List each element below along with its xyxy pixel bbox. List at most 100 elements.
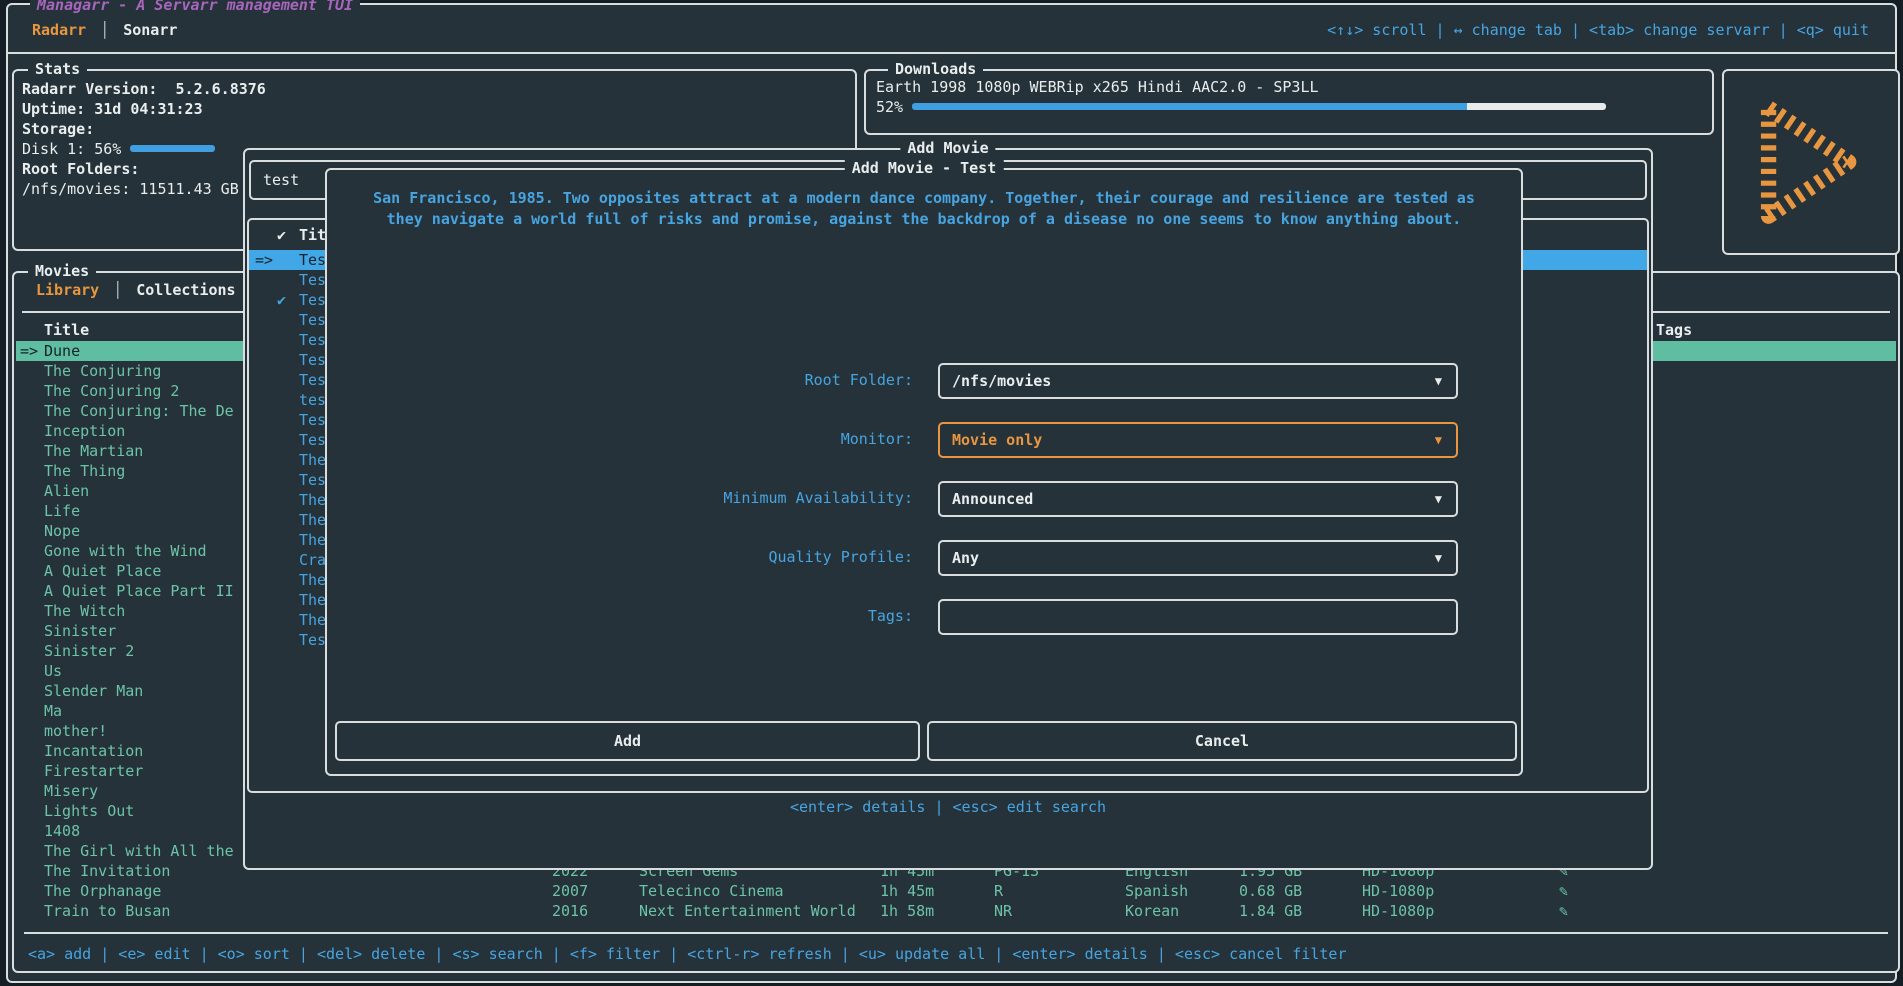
movies-tabbar: Library │ Collections │	[34, 281, 259, 299]
movie-language: Spanish	[1125, 881, 1188, 901]
add-movie-title: Add Movie	[900, 139, 995, 157]
movie-title: Sinister 2	[44, 641, 134, 661]
download-percent: 52%	[876, 98, 903, 116]
field-dropdown[interactable]: Movie only ▼	[938, 422, 1458, 458]
movie-studio: Telecinco Cinema	[639, 881, 784, 901]
movie-title: Ma	[44, 701, 62, 721]
selected-arrow-icon: =>	[255, 250, 273, 270]
chevron-down-icon: ▼	[1435, 483, 1442, 515]
movie-title: Train to Busan	[44, 901, 170, 921]
edit-icon: ✎	[1559, 881, 1568, 901]
movie-title: The Conjuring	[44, 361, 161, 381]
movie-title: Gone with the Wind	[44, 541, 207, 561]
movie-description: San Francisco, 1985. Two opposites attra…	[359, 188, 1489, 230]
form-field: Quality Profile: Any ▼	[327, 540, 1521, 576]
header-divider	[8, 52, 1895, 54]
stats-title: Stats	[28, 60, 87, 78]
movie-title: 1408	[44, 821, 80, 841]
movie-title: Lights Out	[44, 801, 134, 821]
edit-icon: ✎	[1559, 901, 1568, 921]
movie-title: The Martian	[44, 441, 143, 461]
field-value: Announced	[952, 490, 1033, 508]
movie-title: The Conjuring 2	[44, 381, 179, 401]
radarr-version: Radarr Version: 5.2.6.8376	[22, 79, 847, 99]
field-label: Monitor:	[841, 430, 913, 448]
movies-tab-separator: │	[113, 281, 122, 299]
form-field: Monitor: Movie only ▼	[327, 422, 1521, 458]
field-dropdown[interactable]: Announced ▼	[938, 481, 1458, 517]
chevron-down-icon: ▼	[1435, 542, 1442, 574]
movie-title: Nope	[44, 521, 80, 541]
movie-title: Misery	[44, 781, 98, 801]
downloads-panel: Downloads Earth 1998 1080p WEBRip x265 H…	[864, 69, 1714, 135]
servarr-tabbar: Radarr │ Sonarr	[32, 19, 177, 41]
logo-panel	[1722, 69, 1900, 255]
movie-size: 1.84 GB	[1239, 901, 1302, 921]
form-field: Tags:	[327, 599, 1521, 635]
movie-title: mother!	[44, 721, 107, 741]
field-dropdown[interactable]	[938, 599, 1458, 635]
column-header-title: Title	[44, 321, 89, 339]
field-dropdown[interactable]: Any ▼	[938, 540, 1458, 576]
field-value: /nfs/movies	[952, 372, 1051, 390]
movie-title: The Orphanage	[44, 881, 161, 901]
movie-title: The Thing	[44, 461, 125, 481]
download-progress-bar	[912, 103, 1606, 110]
movies-title: Movies	[28, 262, 96, 280]
movie-title: Dune	[44, 341, 80, 361]
download-item: Earth 1998 1080p WEBRip x265 Hindi AAC2.…	[876, 77, 1319, 97]
movie-size: 0.68 GB	[1239, 881, 1302, 901]
movie-runtime: 1h 58m	[880, 901, 934, 921]
movie-title: Life	[44, 501, 80, 521]
downloads-title: Downloads	[888, 60, 983, 78]
movie-title: The Girl with All the	[44, 841, 234, 861]
movie-title: Firestarter	[44, 761, 143, 781]
form-field: Minimum Availability: Announced ▼	[327, 481, 1521, 517]
movie-title: Alien	[44, 481, 89, 501]
movie-title: A Quiet Place	[44, 561, 161, 581]
tab-sonarr[interactable]: Sonarr	[123, 19, 177, 41]
field-dropdown[interactable]: /nfs/movies ▼	[938, 363, 1458, 399]
modal-fields: Root Folder: /nfs/movies ▼ Monitor: Movi…	[327, 363, 1521, 658]
uptime: Uptime: 31d 04:31:23	[22, 99, 847, 119]
field-label: Quality Profile:	[769, 548, 914, 566]
app-frame: Managarr - A Servarr management TUI Rada…	[6, 3, 1897, 983]
movies-keybindings: <a> add | <e> edit | <o> sort | <del> de…	[28, 944, 1347, 964]
popup-keybindings: <enter> details | <esc> edit search	[245, 798, 1651, 816]
field-label: Tags:	[868, 607, 913, 625]
movie-title: The Conjuring: The De	[44, 401, 234, 421]
movie-rating: R	[994, 881, 1003, 901]
movie-title: A Quiet Place Part II	[44, 581, 234, 601]
tab-library[interactable]: Library	[34, 281, 101, 299]
tab-separator: │	[100, 21, 109, 39]
add-movie-modal: Add Movie - Test San Francisco, 1985. Tw…	[325, 168, 1523, 776]
tab-radarr[interactable]: Radarr	[32, 19, 86, 41]
movie-title: Incantation	[44, 741, 143, 761]
movie-title: Inception	[44, 421, 125, 441]
movie-runtime: 1h 45m	[880, 881, 934, 901]
movies-help-divider	[24, 932, 1888, 934]
movie-row[interactable]: Train to Busan 2016 Next Entertainment W…	[16, 901, 1896, 921]
movie-quality: HD-1080p	[1362, 881, 1434, 901]
form-field: Root Folder: /nfs/movies ▼	[327, 363, 1521, 399]
tab-collections[interactable]: Collections	[134, 281, 237, 299]
chevron-down-icon: ▼	[1435, 365, 1442, 397]
add-button[interactable]: Add	[335, 721, 920, 761]
movie-title: Sinister	[44, 621, 116, 641]
movie-language: Korean	[1125, 901, 1179, 921]
movie-row[interactable]: The Orphanage 2007 Telecinco Cinema 1h 4…	[16, 881, 1896, 901]
movie-title: Slender Man	[44, 681, 143, 701]
movie-title: The Invitation	[44, 861, 170, 881]
chevron-down-icon: ▼	[1435, 424, 1442, 456]
column-header-tags: Tags	[1656, 321, 1692, 339]
check-icon: ✔	[277, 290, 286, 310]
top-keybindings: <↑↓> scroll | ↔ change tab | <tab> chang…	[1327, 21, 1869, 39]
cancel-button[interactable]: Cancel	[927, 721, 1517, 761]
storage-label: Storage:	[22, 119, 847, 139]
field-value: Movie only	[952, 431, 1042, 449]
selected-arrow-icon: =>	[20, 341, 38, 361]
movie-rating: NR	[994, 901, 1012, 921]
app-title: Managarr - A Servarr management TUI	[30, 0, 360, 14]
field-label: Minimum Availability:	[723, 489, 913, 507]
download-progress: 52%	[876, 97, 1696, 117]
